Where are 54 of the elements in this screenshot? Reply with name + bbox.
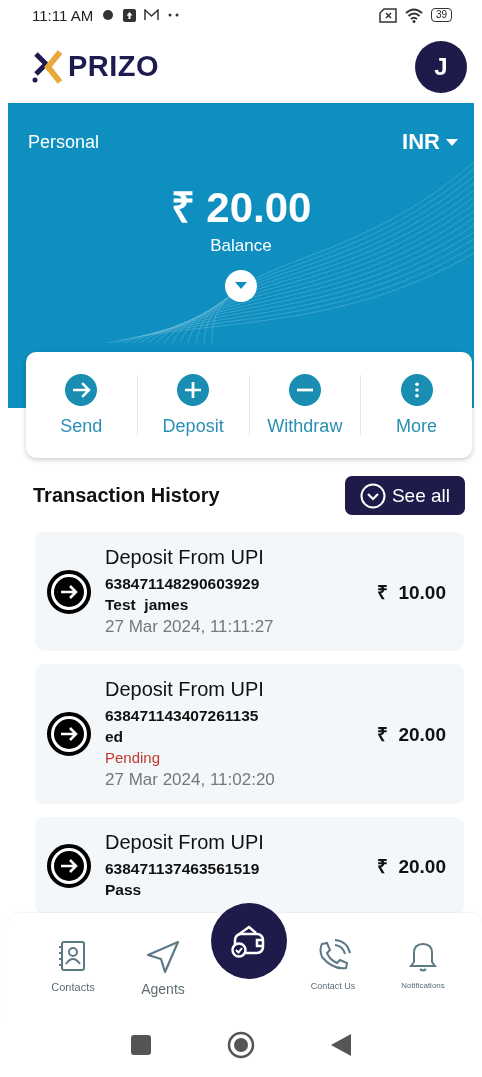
currency-dropdown[interactable]: INR — [402, 129, 458, 155]
action-button[interactable]: Deposit — [137, 367, 249, 443]
balance-label: Balance — [209, 236, 273, 256]
nav-item[interactable]: Agents — [118, 937, 208, 997]
upload-icon — [123, 8, 137, 22]
caret-icon — [235, 282, 247, 290]
transaction-name: Pass — [105, 880, 143, 900]
arrow-right-icon — [47, 843, 91, 888]
transaction-name: Test james — [105, 595, 190, 615]
transaction-card[interactable]: Deposit From UPI 638471148290603929 Test james 27 Mar 2024, 11:11:27 ₹ 10.00 — [35, 532, 464, 651]
action-button[interactable]: Send — [26, 367, 137, 443]
battery-level: 39 — [430, 8, 452, 22]
transaction-status: Pending — [105, 748, 162, 768]
transaction-amount: ₹ 10.00 — [376, 580, 446, 605]
account-type: Personal — [28, 131, 101, 153]
plus-icon — [177, 373, 210, 406]
user-avatar[interactable]: J — [415, 40, 467, 93]
back-button[interactable] — [331, 1034, 351, 1056]
arrow-right-icon — [65, 373, 98, 406]
action-button[interactable]: Withdraw — [249, 367, 361, 443]
arrow-right-icon — [47, 712, 91, 756]
home-button[interactable] — [227, 1031, 255, 1059]
mail-icon — [144, 9, 160, 21]
see-all-button[interactable]: See all — [345, 476, 465, 515]
transaction-reference: 638471137463561519 — [105, 859, 261, 879]
minus-icon — [288, 373, 321, 406]
transaction-title: Deposit From UPI — [105, 831, 265, 854]
arrow-right-icon — [47, 569, 91, 614]
more-icon — [400, 373, 433, 406]
caret-icon — [446, 138, 458, 146]
transaction-amount: ₹ 20.00 — [376, 723, 446, 747]
logo-mark-icon — [32, 49, 64, 84]
transaction-amount: ₹ 20.00 — [376, 854, 446, 879]
transaction-date: 27 Mar 2024, 11:02:20 — [105, 770, 276, 790]
transaction-card[interactable]: Deposit From UPI 638471137463561519 Pass ₹ 20.00 — [35, 817, 464, 913]
status-time: 11:11 AM — [32, 6, 94, 24]
transaction-card[interactable]: Deposit From UPI 638471143407261135 ed Pending 27 Mar 2024, 11:02:20 ₹ 20.00 — [35, 664, 464, 804]
transaction-reference: 638471143407261135 — [105, 706, 260, 726]
wifi-icon — [404, 7, 423, 23]
action-button[interactable]: More — [361, 367, 472, 443]
transaction-title: Deposit From UPI — [105, 678, 265, 701]
app-logo-text: PRIZO — [68, 50, 160, 83]
transaction-name: ed — [105, 727, 125, 747]
expand-button[interactable] — [225, 270, 257, 302]
nav-item[interactable]: Notifications — [378, 937, 468, 997]
transaction-reference: 638471148290603929 — [105, 574, 261, 594]
transaction-date: 27 Mar 2024, 11:11:27 — [105, 617, 275, 637]
section-title: Transaction History — [33, 484, 221, 507]
balance-amount: ₹ 20.00 — [169, 183, 313, 233]
chevron-down-icon — [359, 482, 386, 509]
transaction-title: Deposit From UPI — [105, 546, 265, 569]
sim-icon — [378, 7, 397, 23]
nav-item[interactable]: Contacts — [28, 937, 118, 997]
nav-item[interactable]: Contact Us — [288, 937, 378, 997]
